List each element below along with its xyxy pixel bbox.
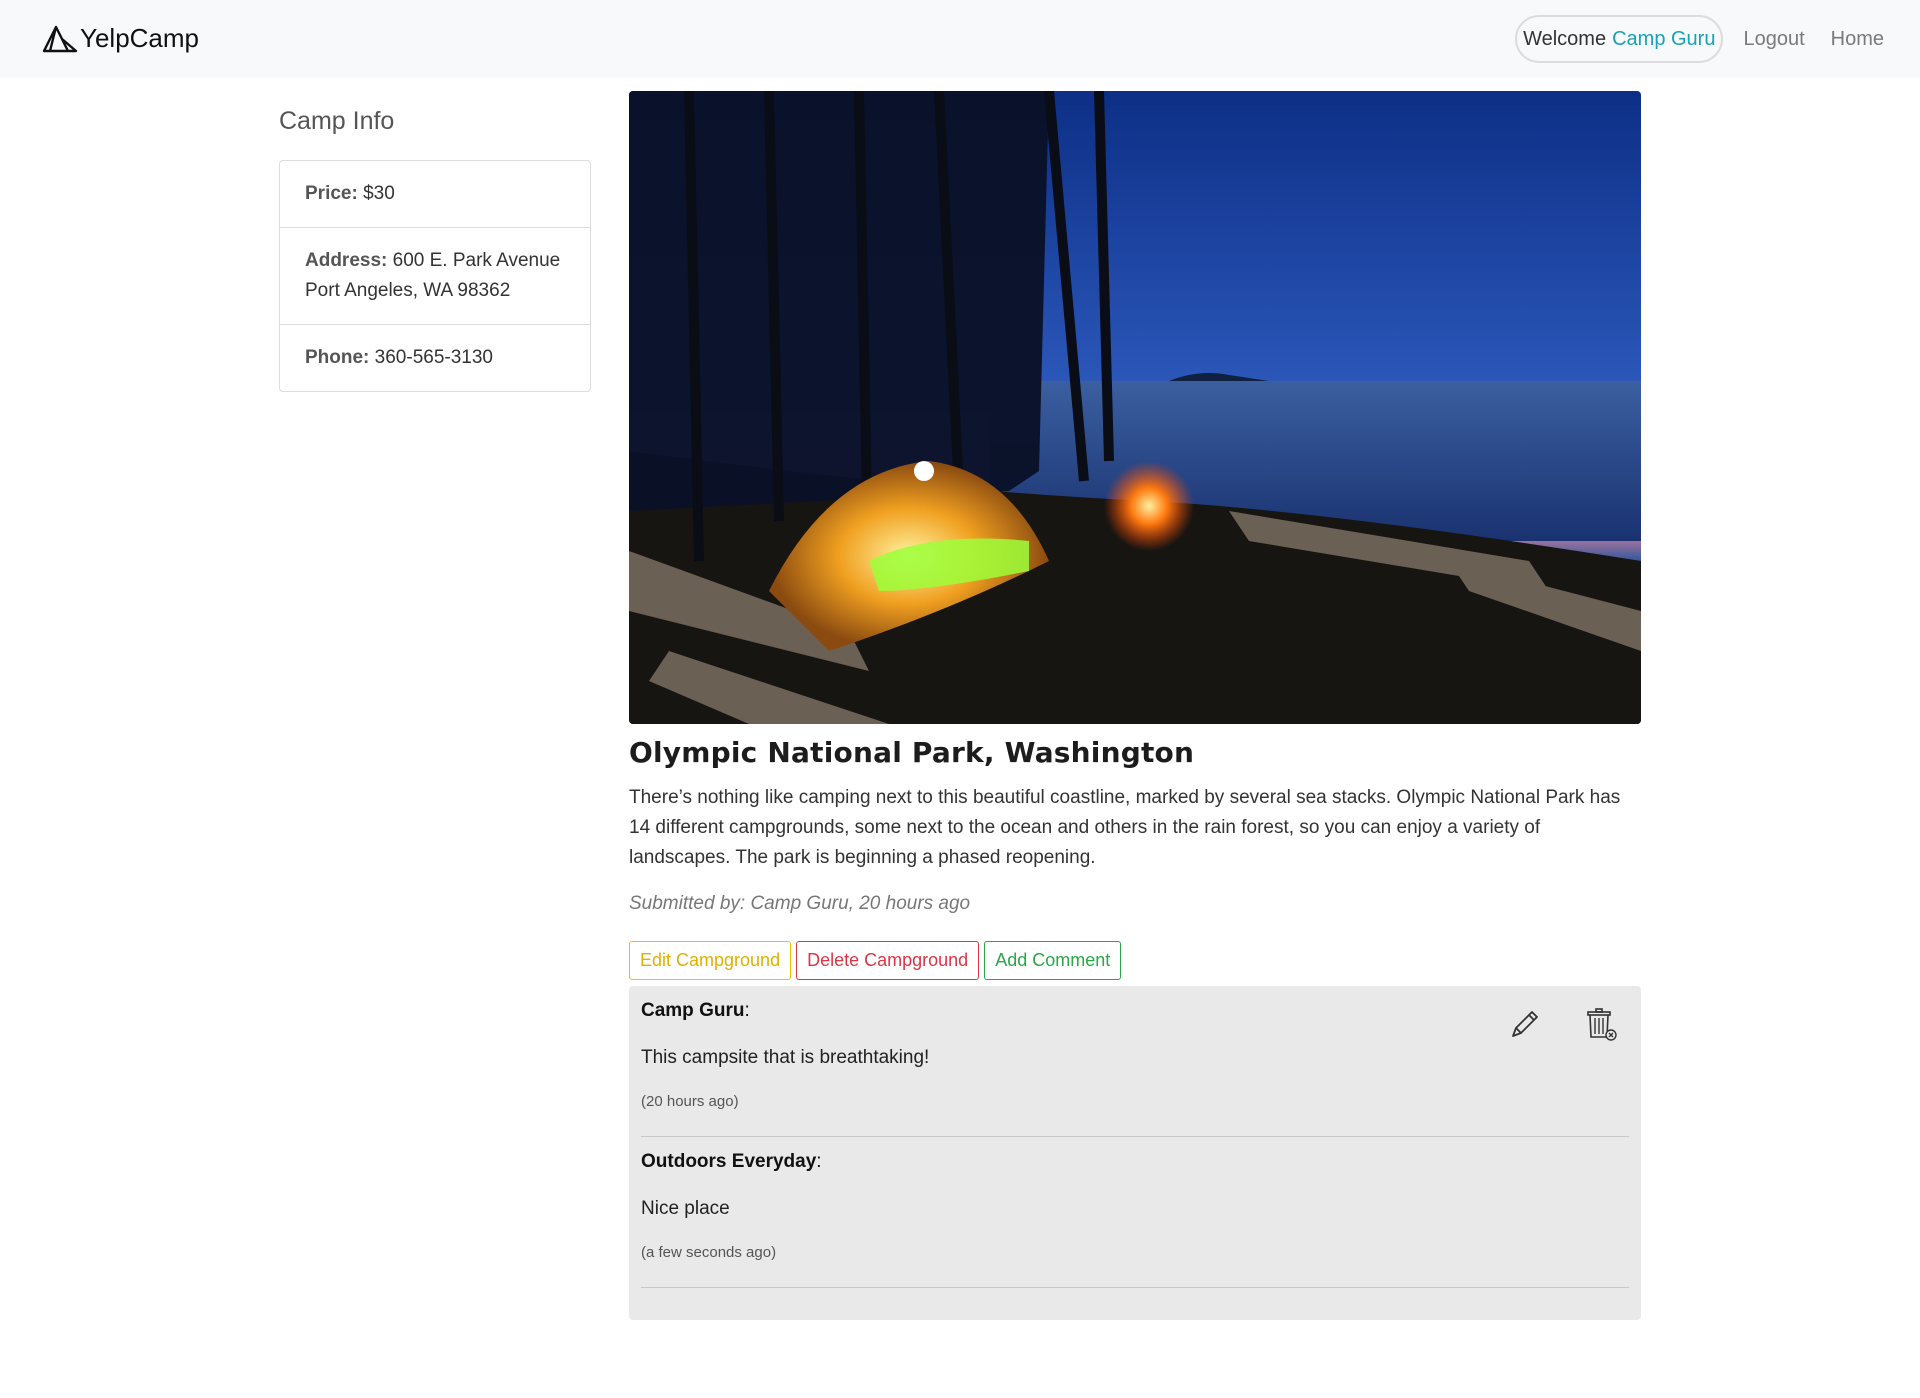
camp-info-price: Price: $30 [280,161,590,228]
camp-info-heading: Camp Info [279,107,395,135]
brand-name: YelpCamp [80,22,200,53]
comment-item: Camp Guru: This campsite that is breatht… [641,986,1629,1137]
campground-main: Olympic National Park, Washington There’… [629,91,1641,1320]
comment-text: This campsite that is breathtaking! [641,1047,930,1068]
comment-author: Outdoors Everyday: [641,1151,822,1172]
camp-info-phone: Phone: 360-565-3130 [280,325,590,391]
comment-actions [1507,1006,1619,1042]
trash-icon[interactable] [1583,1006,1619,1042]
campground-image [629,91,1641,724]
comment-author-name: Outdoors Everyday [641,1151,817,1172]
campground-title: Olympic National Park, Washington [629,736,1195,769]
welcome-prefix: Welcome [1523,27,1607,50]
price-label: Price: [305,183,358,204]
camp-info-list: Price: $30 Address: 600 E. Park Avenue P… [279,160,591,392]
comment-text: Nice place [641,1198,730,1219]
home-link[interactable]: Home [1825,15,1890,63]
camp-info-address: Address: 600 E. Park Avenue Port Angeles… [280,228,590,325]
edit-campground-button[interactable]: Edit Campground [629,941,792,980]
comment-author: Camp Guru: [641,1000,750,1021]
tent-logo-icon [42,25,78,53]
comment-item: Outdoors Everyday: Nice place (a few sec… [641,1137,1629,1288]
campground-description: There’s nothing like camping next to thi… [629,787,1621,868]
submitted-by: Submitted by: Camp Guru, 20 hours ago [629,893,971,914]
phone-label: Phone: [305,347,370,368]
navbar: YelpCamp Welcome Camp Guru Logout Home [0,0,1920,78]
add-comment-button[interactable]: Add Comment [984,941,1122,980]
price-value: $30 [363,183,395,204]
camp-info-sidebar: Camp Info Price: $30 Address: 600 E. Par… [279,104,591,392]
welcome-user[interactable]: Welcome Camp Guru [1515,15,1724,63]
logout-link[interactable]: Logout [1737,15,1810,63]
comments-panel: Camp Guru: This campsite that is breatht… [629,986,1641,1320]
comment-author-name: Camp Guru [641,1000,745,1021]
phone-value: 360-565-3130 [374,347,493,368]
pencil-icon[interactable] [1507,1006,1543,1042]
comment-time: (a few seconds ago) [641,1244,777,1261]
delete-campground-button[interactable]: Delete Campground [796,941,980,980]
brand-link[interactable]: YelpCamp [42,18,199,58]
welcome-username: Camp Guru [1612,27,1716,50]
address-label: Address: [305,250,388,271]
campground-actions: Edit Campground Delete Campground Add Co… [629,941,1641,980]
comment-time: (20 hours ago) [641,1093,739,1110]
nav-right: Welcome Camp Guru Logout Home [1515,14,1890,64]
